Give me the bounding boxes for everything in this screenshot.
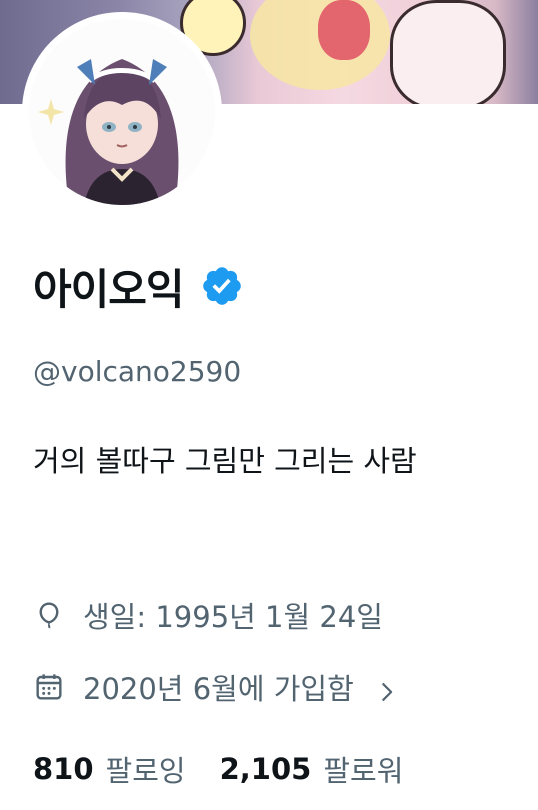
avatar[interactable] — [29, 19, 215, 205]
birthday-row: 생일: 1995년 1월 24일 — [33, 594, 383, 636]
joined-date-text: 2020년 6월에 가입함 — [83, 672, 354, 706]
calendar-icon — [33, 671, 65, 703]
display-name: 아이오익 — [33, 264, 185, 314]
verified-badge-icon[interactable] — [200, 264, 244, 308]
followers-count: 2,105 — [219, 752, 312, 786]
balloon-icon — [33, 599, 65, 631]
avatar-illustration — [29, 19, 215, 205]
joined-row[interactable]: 2020년 6월에 가입함 — [33, 666, 398, 708]
profile-handle: @volcano2590 — [33, 355, 242, 388]
chevron-right-icon[interactable] — [376, 676, 398, 701]
following-link[interactable]: 810 팔로잉 — [33, 748, 186, 790]
birthday-text: 생일: 1995년 1월 24일 — [83, 600, 383, 634]
followers-label: 팔로워 — [323, 754, 404, 788]
profile-name-row: 아이오익 — [33, 254, 244, 318]
banner-art-shape — [390, 0, 506, 104]
banner-art-shape — [318, 0, 370, 60]
following-label: 팔로잉 — [105, 754, 186, 788]
profile-bio: 거의 볼따구 그림만 그리는 사람 — [33, 444, 417, 478]
following-count: 810 — [33, 752, 94, 786]
followers-link[interactable]: 2,105 팔로워 — [220, 748, 404, 790]
follow-stats-row: 810 팔로잉 2,105 팔로워 — [33, 748, 403, 790]
